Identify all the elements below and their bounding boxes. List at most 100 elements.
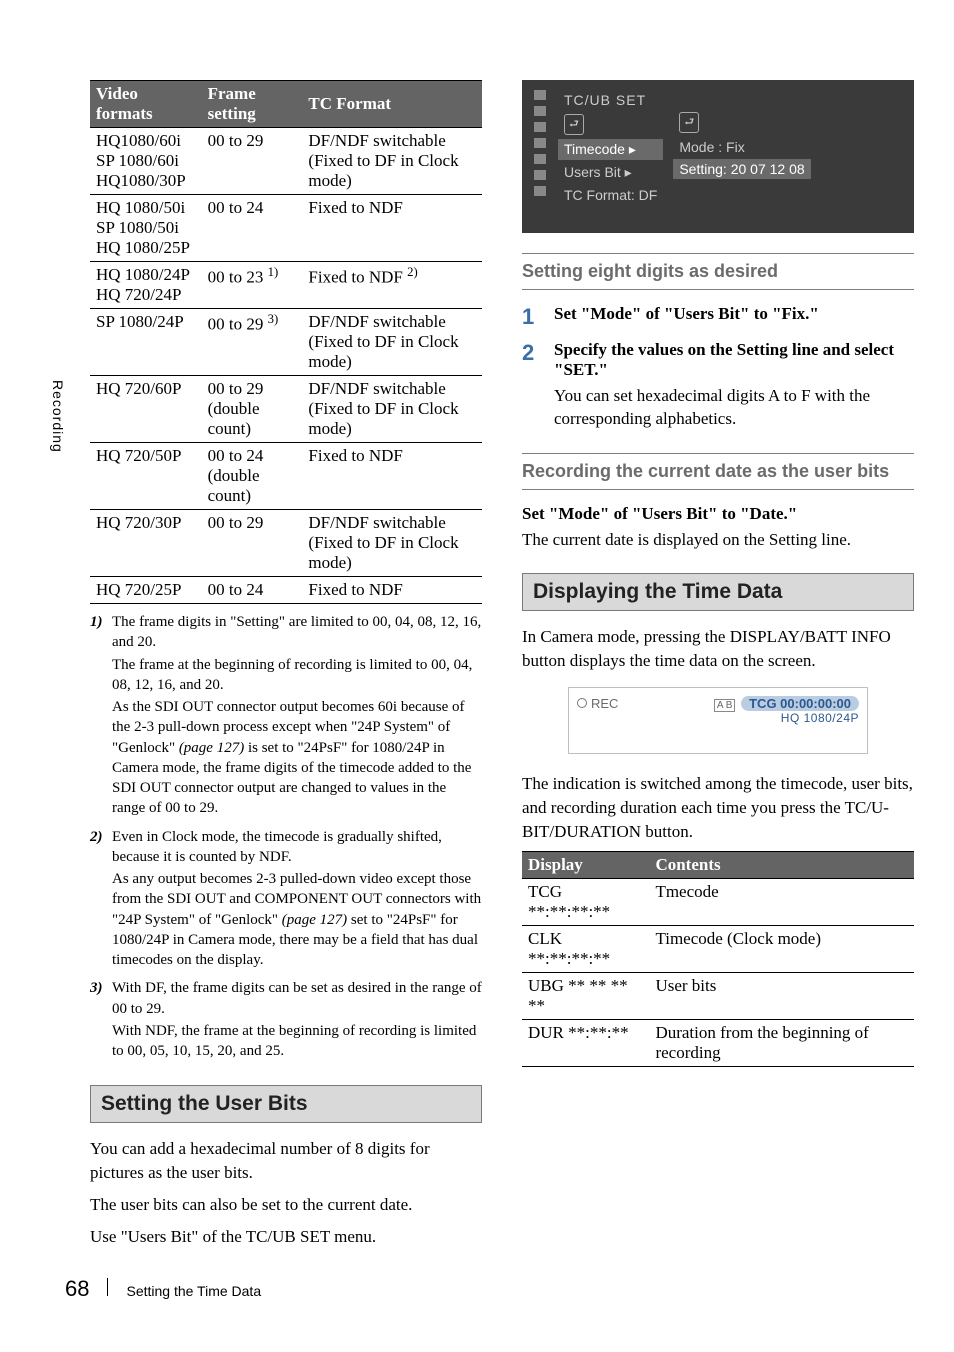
cell-display: CLK **:**:**:** [522, 926, 649, 973]
table-row: SP 1080/24P00 to 29 3)DF/NDF switchable(… [90, 309, 482, 376]
display-switch-text: The indication is switched among the tim… [522, 772, 914, 843]
footnote: 3)With DF, the frame digits can be set a… [90, 978, 482, 1063]
cell-frame-setting: 00 to 29 [202, 510, 303, 577]
cell-frame-setting: 00 to 24 [202, 577, 303, 604]
cell-display: DUR **:**:** [522, 1020, 649, 1067]
menu-category-icons [534, 90, 548, 205]
cell-video-format: HQ 720/30P [90, 510, 202, 577]
cell-tc-format: Fixed to NDF [302, 577, 482, 604]
user-bits-p1: You can add a hexadecimal number of 8 di… [90, 1137, 482, 1185]
cell-video-format: HQ 720/50P [90, 443, 202, 510]
time-data-display-illustration: REC A B TCG 00:00:00:00 HQ 1080/24P [568, 687, 868, 754]
user-bits-p2: The user bits can also be set to the cur… [90, 1193, 482, 1217]
rec-indicator: REC [577, 696, 618, 711]
table-row: HQ 1080/50iSP 1080/50iHQ 1080/25P00 to 2… [90, 195, 482, 262]
table-row: HQ 720/30P00 to 29DF/NDF switchable(Fixe… [90, 510, 482, 577]
cell-video-format: HQ 720/25P [90, 577, 202, 604]
menu-left-2: Users Bit ▸ [558, 162, 663, 183]
cell-video-format: HQ 720/60P [90, 376, 202, 443]
step-head: Specify the values on the Setting line a… [554, 340, 914, 380]
menu-title: TC/UB SET [558, 90, 663, 110]
display-contents-table: Display Contents TCG **:**:**:**TmecodeC… [522, 851, 914, 1067]
format-readout: HQ 1080/24P [577, 711, 859, 725]
page-footer: 68 Setting the Time Data [65, 1276, 261, 1302]
side-section-label: Recording [50, 380, 66, 453]
th-video-formats: Video formats [90, 81, 202, 128]
cell-tc-format: Fixed to NDF [302, 443, 482, 510]
step-body: You can set hexadecimal digits A to F wi… [554, 384, 914, 432]
menu-left-3: TC Format: DF [558, 185, 663, 205]
footnote: 1)The frame digits in "Setting" are limi… [90, 612, 482, 821]
footnote-para: As any output becomes 2-3 pulled-down vi… [112, 869, 482, 970]
ab-slot-indicator: A B [714, 699, 736, 712]
table-row: HQ1080/60iSP 1080/60iHQ1080/30P00 to 29D… [90, 128, 482, 195]
table-row: DUR **:**:**Duration from the beginning … [522, 1020, 914, 1067]
menu-right-2: Setting: 20 07 12 08 [673, 159, 810, 179]
steps-list: 1Set "Mode" of "Users Bit" to "Fix." 2 Spe… [522, 304, 914, 440]
cell-frame-setting: 00 to 29 3) [202, 309, 303, 376]
cell-frame-setting: 00 to 29(double count) [202, 376, 303, 443]
footnote-num: 1) [90, 612, 112, 821]
cell-frame-setting: 00 to 24(double count) [202, 443, 303, 510]
video-formats-table: Video formats Frame setting TC Format HQ… [90, 80, 482, 604]
table-row: CLK **:**:**:**Timecode (Clock mode) [522, 926, 914, 973]
footnotes-block: 1)The frame digits in "Setting" are limi… [90, 612, 482, 1063]
table-row: TCG **:**:**:**Tmecode [522, 879, 914, 926]
camera-menu-screenshot: TC/UB SET ⮐ Timecode ▸ Users Bit ▸ TC Fo… [522, 80, 914, 233]
step-number: 2 [522, 340, 540, 440]
cell-tc-format: DF/NDF switchable(Fixed to DF in Clock m… [302, 510, 482, 577]
footnote-para: With NDF, the frame at the beginning of … [112, 1021, 482, 1062]
footnote-para: The frame at the beginning of recording … [112, 655, 482, 696]
user-bits-p3: Use "Users Bit" of the TC/UB SET menu. [90, 1225, 482, 1249]
th-tc-format: TC Format [302, 81, 482, 128]
tcg-readout: TCG 00:00:00:00 [741, 696, 859, 711]
page-number: 68 [65, 1276, 89, 1302]
table-row: UBG ** ** ** **User bits [522, 973, 914, 1020]
subhead-record-date: Recording the current date as the user b… [522, 453, 914, 490]
table-row: HQ 1080/24PHQ 720/24P00 to 23 1)Fixed to… [90, 262, 482, 309]
cell-frame-setting: 00 to 29 [202, 128, 303, 195]
footnote-para: With DF, the frame digits can be set as … [112, 978, 482, 1019]
th-contents: Contents [649, 852, 914, 879]
menu-left-1: Timecode ▸ [558, 139, 663, 160]
cell-tc-format: Fixed to NDF 2) [302, 262, 482, 309]
subhead-eight-digits: Setting eight digits as desired [522, 253, 914, 290]
step: 2 Specify the values on the Setting line … [522, 340, 914, 440]
cell-video-format: HQ 1080/24PHQ 720/24P [90, 262, 202, 309]
footnote: 2)Even in Clock mode, the timecode is gr… [90, 827, 482, 973]
cell-tc-format: DF/NDF switchable(Fixed to DF in Clock m… [302, 128, 482, 195]
cell-tc-format: DF/NDF switchable(Fixed to DF in Clock m… [302, 376, 482, 443]
cell-tc-format: Fixed to NDF [302, 195, 482, 262]
th-display: Display [522, 852, 649, 879]
record-date-line1: Set "Mode" of "Users Bit" to "Date." [522, 504, 914, 524]
record-date-line2: The current date is displayed on the Set… [522, 528, 914, 552]
footnote-num: 3) [90, 978, 112, 1063]
cell-contents: Duration from the beginning of recording [649, 1020, 914, 1067]
step: 1Set "Mode" of "Users Bit" to "Fix." [522, 304, 914, 330]
footnote-para: Even in Clock mode, the timecode is grad… [112, 827, 482, 868]
footnote-para: The frame digits in "Setting" are limite… [112, 612, 482, 653]
cell-video-format: SP 1080/24P [90, 309, 202, 376]
cell-tc-format: DF/NDF switchable(Fixed to DF in Clock m… [302, 309, 482, 376]
menu-left-0: ⮐ [558, 112, 663, 137]
th-frame-setting: Frame setting [202, 81, 303, 128]
cell-frame-setting: 00 to 23 1) [202, 262, 303, 309]
footnote-para: As the SDI OUT connector output becomes … [112, 697, 482, 819]
table-row: HQ 720/50P00 to 24(double count)Fixed to… [90, 443, 482, 510]
cell-video-format: HQ1080/60iSP 1080/60iHQ1080/30P [90, 128, 202, 195]
step-number: 1 [522, 304, 540, 330]
cell-contents: Timecode (Clock mode) [649, 926, 914, 973]
menu-right-0: ⮐ [673, 110, 810, 135]
display-p1: In Camera mode, pressing the DISPLAY/BAT… [522, 625, 914, 673]
cell-contents: User bits [649, 973, 914, 1020]
footer-title: Setting the Time Data [126, 1283, 261, 1299]
footnote-num: 2) [90, 827, 112, 973]
table-row: HQ 720/60P00 to 29(double count)DF/NDF s… [90, 376, 482, 443]
cell-contents: Tmecode [649, 879, 914, 926]
cell-display: UBG ** ** ** ** [522, 973, 649, 1020]
table-row: HQ 720/25P00 to 24Fixed to NDF [90, 577, 482, 604]
cell-video-format: HQ 1080/50iSP 1080/50iHQ 1080/25P [90, 195, 202, 262]
section-setting-user-bits: Setting the User Bits [90, 1085, 482, 1123]
menu-right-1: Mode : Fix [673, 137, 810, 157]
cell-frame-setting: 00 to 24 [202, 195, 303, 262]
